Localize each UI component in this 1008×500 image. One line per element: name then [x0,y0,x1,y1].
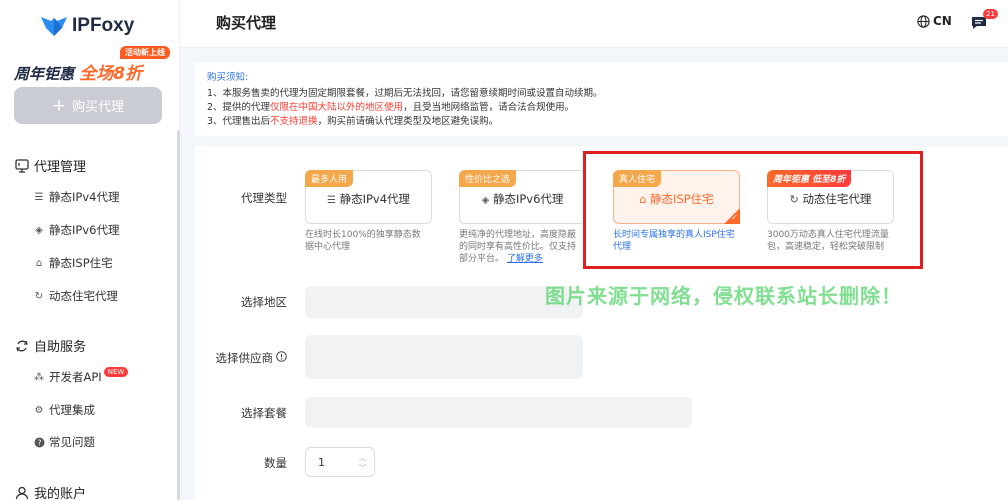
card-desc: 在线时长100%的独享静态数据中心代理 [305,230,421,252]
network-icon: ⁂ [34,371,44,383]
list-icon: ☰ [34,191,44,203]
chevron-down-icon[interactable]: ﹀ [359,463,366,473]
svg-text:?: ? [37,438,41,447]
card-title: ☰ 静态IPv4代理 [306,191,431,207]
nav-group-label: 我的账户 [34,487,87,500]
notice-line-3: 3、代理售出后不支持退换，购买前请确认代理类型及地区避免误购。 [207,115,996,129]
globe-icon [917,14,930,28]
sidebar-item-label: 静态IPv6代理 [49,223,120,237]
notice-text: 2、提供的代理 [207,102,271,113]
promo-text-a: 周年钜惠 [14,65,75,83]
nav-group-label: 自助服务 [34,340,87,355]
notice-text: 3、代理售出后 [207,116,271,127]
package-select[interactable] [305,397,692,428]
promo-banner[interactable]: 活动新上线 周年钜惠 全场8折 [12,46,170,84]
sidebar: IPFoxy 活动新上线 周年钜惠 全场8折 + 购买代理 代理管理 ☰ 静态I… [0,0,180,500]
card-title: ◈ 静态IPv6代理 [460,191,585,207]
list-icon: ☰ [326,195,336,206]
plus-icon: + [51,95,67,116]
info-icon[interactable] [276,351,287,365]
purchase-notice: 购买须知: 1、本服务售卖的代理为固定期限套餐，过期后无法找回，请您留意续期时间… [195,62,1008,136]
quantity-value: 1 [318,456,325,469]
notice-text: ，且受当地网络监管，请合法合规使用。 [403,102,575,113]
sidebar-item-static-isp[interactable]: ⌂ 静态ISP住宅 [33,255,113,271]
sidebar-item-label: 静态IPv4代理 [49,190,120,204]
provider-label-row: 选择供应商 [195,350,287,366]
brand-logo[interactable]: IPFoxy [40,14,134,38]
language-switcher[interactable]: CN [917,14,952,28]
notice-title: 购买须知: [207,72,249,83]
sidebar-item-static-ipv4[interactable]: ☰ 静态IPv4代理 [33,189,120,205]
fox-logo-icon [40,14,68,38]
page-title: 购买代理 [216,14,277,32]
card-static-ipv6[interactable]: 性价比之选 ◈ 静态IPv6代理 [459,170,586,224]
card-title-text: 静态IPv4代理 [339,192,411,206]
sidebar-item-developer-api[interactable]: ⁂ 开发者API NEW [33,367,129,385]
nav-group-my-account[interactable]: 我的账户 [14,483,86,500]
notice-text: ，购买前请确认代理类型及地区避免误购。 [317,116,499,127]
proxy-type-label: 代理类型 [241,191,287,205]
card-desc: 更纯净的代理地址，高度隐蔽的同时享有高性价比。仅支持部分平台。 了解更多 [459,229,581,265]
buy-proxy-label: 购买代理 [72,100,125,115]
watermark-text: 图片来源于网络，侵权联系站长删除！ [545,284,902,308]
sidebar-item-faq[interactable]: ? 常见问题 [33,434,95,450]
sidebar-item-static-ipv6[interactable]: ◈ 静态IPv6代理 [33,222,119,238]
promo-text: 周年钜惠 全场8折 [14,59,142,84]
provider-select[interactable] [305,335,583,379]
package-label: 选择套餐 [241,406,287,420]
notice-line-2: 2、提供的代理仅限在中国大陆以外的地区使用，且受当地网络监管，请合法合规使用。 [207,101,996,115]
quantity-label: 数量 [264,456,287,470]
message-count-badge: 21 [983,9,998,19]
purchase-form: 代理类型 最多人用 ☰ 静态IPv4代理 在线时长100%的独享静态数据中心代理… [195,146,1008,500]
sidebar-item-label: 动态住宅代理 [49,289,118,303]
nav-group-label: 代理管理 [34,160,87,175]
home-icon: ⌂ [35,257,43,269]
brand-name: IPFoxy [72,15,135,36]
nav-group-proxy-management[interactable]: 代理管理 [14,156,86,175]
sidebar-item-label: 代理集成 [49,403,95,417]
language-label: CN [933,14,952,28]
refresh-icon: ↻ [34,290,44,302]
sidebar-item-dynamic-residential[interactable]: ↻ 动态住宅代理 [33,288,118,304]
region-select[interactable] [305,286,583,318]
card-title-text: 静态IPv6代理 [492,192,564,206]
proxy-management-icon [14,158,30,174]
top-header: 购买代理 CN 21 [180,0,1008,48]
new-badge: NEW [103,367,129,377]
layers-icon: ◈ [35,224,43,236]
sidebar-item-label: 常见问题 [49,435,95,449]
notice-highlight: 不支持退换 [270,116,318,127]
user-icon [14,485,30,500]
notice-highlight: 仅限在中国大陆以外的地区使用 [270,102,404,113]
sidebar-item-label: 静态ISP住宅 [49,256,113,270]
help-icon: ? [33,436,45,448]
notice-line-1: 1、本服务售卖的代理为固定期限套餐，过期后无法找回，请您留意续期时间或设置自动续… [207,88,603,99]
card-tag: 最多人用 [305,170,354,187]
region-label: 选择地区 [241,295,287,309]
provider-label: 选择供应商 [215,351,274,365]
card-static-ipv4[interactable]: 最多人用 ☰ 静态IPv4代理 [305,170,432,224]
gear-icon: ⚙ [34,404,44,416]
nav-group-self-service[interactable]: 自助服务 [14,336,86,355]
layers-icon: ◈ [481,195,490,206]
self-service-icon [14,338,30,354]
learn-more-link[interactable]: 了解更多 [507,254,543,264]
sidebar-scrollbar[interactable] [177,130,180,500]
highlight-frame [583,151,923,269]
sidebar-item-label: 开发者API [49,370,102,384]
promo-new-tag: 活动新上线 [120,46,170,59]
quantity-stepper[interactable]: 1 ︿ ﹀ [305,447,375,477]
card-tag: 性价比之选 [459,170,517,187]
chevron-up-icon[interactable]: ︿ [359,453,366,463]
promo-text-b: 全场8折 [79,64,143,84]
buy-proxy-button[interactable]: + 购买代理 [14,87,162,124]
sidebar-item-proxy-integration[interactable]: ⚙ 代理集成 [33,402,95,418]
